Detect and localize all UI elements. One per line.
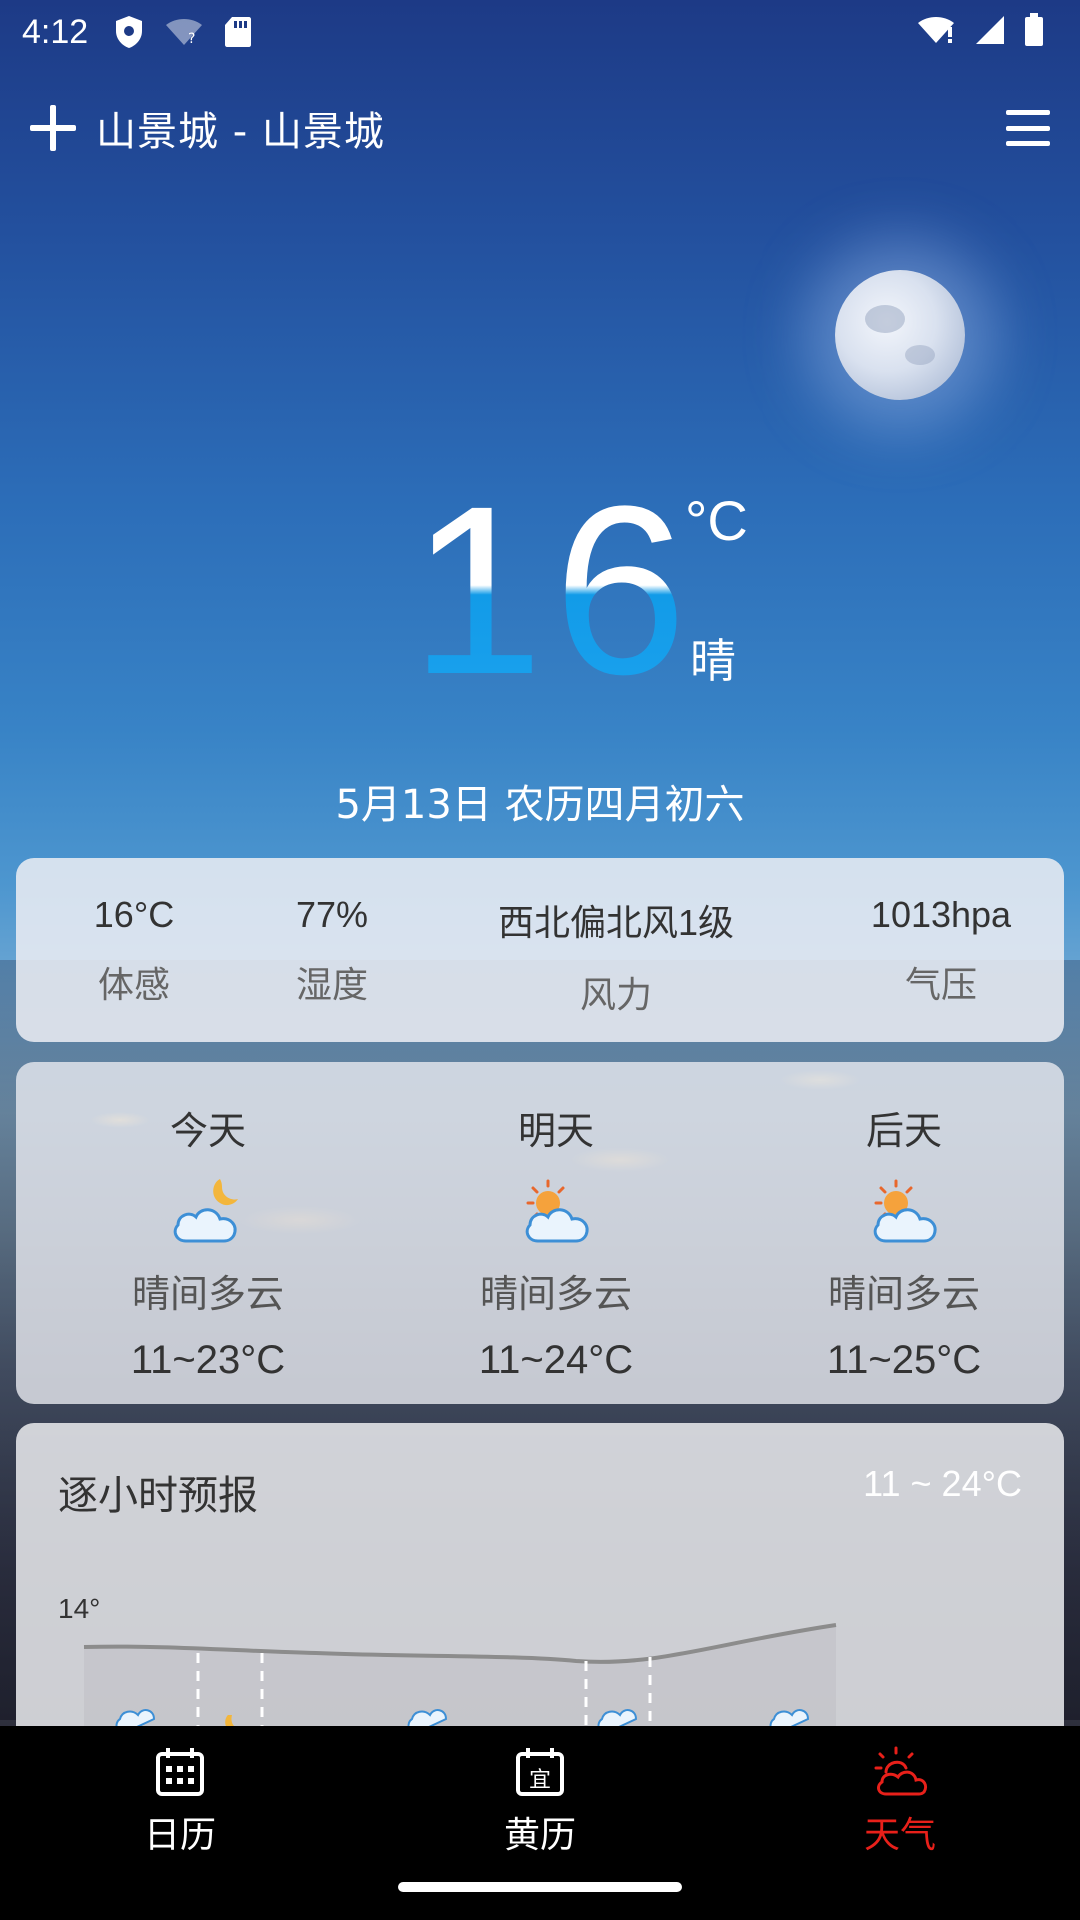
pressure: 1013hpa 气压 [826, 894, 1056, 1008]
forecast-day[interactable]: 明天 晴间多云 11~24°C [406, 1100, 706, 1383]
pressure-label: 气压 [904, 965, 977, 1006]
humidity-label: 湿度 [295, 965, 368, 1006]
forecast-day-name: 明天 [517, 1109, 594, 1153]
current-temperature: 16 [410, 456, 697, 724]
forecast-condition: 晴间多云 [827, 1272, 980, 1316]
battery-icon [1024, 13, 1044, 51]
wind-value: 西北偏北风1级 [497, 902, 735, 943]
wifi-alert-icon [916, 15, 956, 49]
header: 山景城 - 山景城 [0, 90, 1080, 166]
moon-image [835, 270, 965, 400]
humidity: 77% 湿度 [242, 894, 422, 1008]
sd-card-icon [224, 16, 252, 48]
nav-almanac[interactable]: 宜 黄历 [440, 1746, 640, 1858]
humidity-value: 77% [295, 894, 369, 935]
hourly-title: 逐小时预报 [58, 1473, 258, 1519]
feels-like-value: 16°C [93, 894, 175, 935]
wind-label: 风力 [579, 975, 652, 1016]
partly-cloudy-day-icon [754, 1173, 1054, 1253]
nav-calendar[interactable]: 日历 [80, 1746, 280, 1858]
forecast-temp-range: 11~24°C [478, 1338, 634, 1382]
nav-almanac-label: 黄历 [503, 1815, 576, 1856]
almanac-icon: 宜 [516, 1748, 564, 1796]
partly-cloudy-day-icon [406, 1173, 706, 1253]
shield-icon [114, 15, 144, 49]
menu-line [1006, 110, 1050, 115]
menu-line [1006, 141, 1050, 146]
partly-cloudy-night-icon [58, 1173, 358, 1253]
weather-screen: 4:12 ? 山景城 - 山景城 16 °C 晴 5月13日 农历四月初六 16… [0, 0, 1080, 1920]
nav-calendar-label: 日历 [143, 1815, 216, 1856]
forecast-temp-range: 11~25°C [826, 1338, 982, 1382]
hourly-temperature-chart[interactable] [16, 1573, 1064, 1743]
add-city-button[interactable] [30, 105, 76, 151]
date-lunar: 5月13日 农历四月初六 [335, 782, 745, 828]
nav-weather[interactable]: 天气 [800, 1746, 1000, 1858]
details-card: 16°C 体感 77% 湿度 西北偏北风1级 风力 1013hpa 气压 [16, 858, 1064, 1042]
forecast-day[interactable]: 今天 晴间多云 11~23°C [58, 1100, 358, 1383]
cell-signal-icon [974, 14, 1006, 50]
forecast-card: 今天 晴间多云 11~23°C 明天 晴间多云 11~24°C 后天 晴间多云 … [16, 1062, 1064, 1404]
home-indicator[interactable] [398, 1882, 682, 1892]
city-name: 山景城 - 山景城 [96, 109, 385, 155]
temperature-unit: °C [685, 489, 748, 552]
wind: 西北偏北风1级 风力 [456, 894, 776, 1018]
forecast-day[interactable]: 后天 晴间多云 11~25°C [754, 1100, 1054, 1383]
hourly-card: 逐小时预报 11 ~ 24°C 14° [16, 1423, 1064, 1743]
status-right [916, 13, 1058, 51]
status-bar: 4:12 ? [0, 0, 1080, 64]
calendar-icon [156, 1748, 204, 1796]
feels-like-label: 体感 [97, 965, 170, 1006]
feels-like: 16°C 体感 [44, 894, 224, 1008]
hourly-range: 11 ~ 24°C [863, 1463, 1022, 1504]
svg-text:?: ? [188, 31, 195, 47]
forecast-day-name: 后天 [865, 1109, 942, 1153]
menu-button[interactable] [1006, 110, 1050, 146]
status-time: 4:12 [22, 12, 89, 51]
current-condition: 晴 [690, 634, 736, 688]
forecast-day-name: 今天 [169, 1109, 246, 1153]
almanac-icon-char: 宜 [529, 1768, 551, 1793]
pressure-value: 1013hpa [870, 894, 1012, 935]
nav-weather-label: 天气 [863, 1815, 936, 1856]
wifi-unknown-icon: ? [164, 17, 204, 47]
forecast-temp-range: 11~23°C [130, 1338, 286, 1382]
menu-line [1006, 125, 1050, 131]
forecast-condition: 晴间多云 [131, 1272, 284, 1316]
forecast-condition: 晴间多云 [479, 1272, 632, 1316]
weather-icon [874, 1746, 928, 1796]
